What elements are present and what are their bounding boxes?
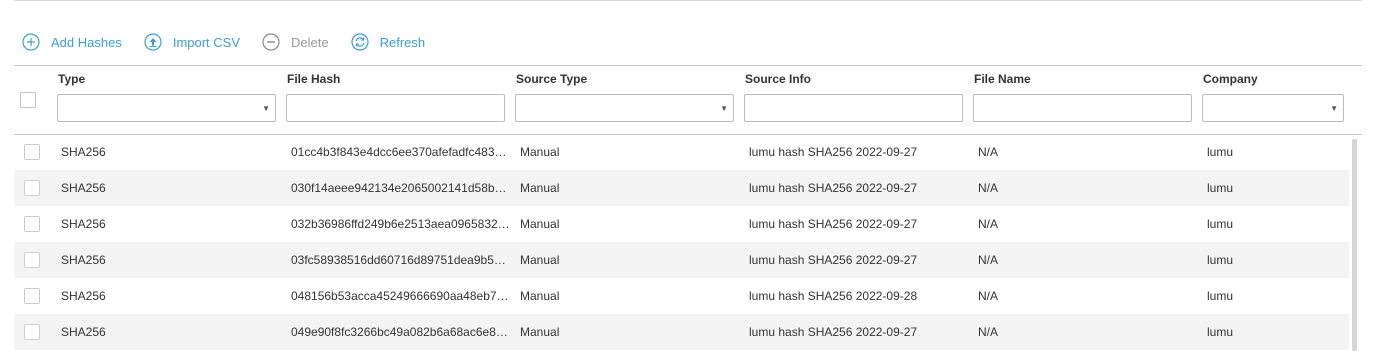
table-body: SHA256 01cc4b3f843e4dcc6ee370afefadfc483… <box>14 134 1349 351</box>
cell-source-type: Manual <box>520 289 560 303</box>
table-row[interactable]: SHA256 03fc58938516dd60716d89751dea9b5… … <box>14 242 1349 278</box>
import-csv-button[interactable]: Import CSV <box>144 33 240 51</box>
cell-file-name: N/A <box>978 253 999 267</box>
table-row[interactable]: SHA256 032b36986ffd249b6e2513aea0965832…… <box>14 206 1349 242</box>
cell-file-name: N/A <box>978 181 999 195</box>
table-row[interactable]: SHA256 01cc4b3f843e4dcc6ee370afefadfc483… <box>14 134 1349 170</box>
cell-company: lumu <box>1207 253 1234 267</box>
cell-file-name: N/A <box>978 145 999 159</box>
column-header-file-name[interactable]: File Name <box>974 72 1031 86</box>
add-hashes-button[interactable]: Add Hashes <box>22 33 122 51</box>
column-header-file-hash[interactable]: File Hash <box>287 72 340 86</box>
caret-down-icon: ▼ <box>720 104 728 113</box>
add-hashes-label: Add Hashes <box>51 34 122 50</box>
cell-company: lumu <box>1207 325 1234 339</box>
delete-label: Delete <box>291 34 329 50</box>
cell-type: SHA256 <box>61 181 106 195</box>
cell-file-hash: 030f14aeee942134e2065002141d58b… <box>291 181 507 195</box>
cell-type: SHA256 <box>61 217 106 231</box>
cell-source-type: Manual <box>520 145 560 159</box>
cell-type: SHA256 <box>61 325 106 339</box>
caret-down-icon: ▼ <box>1330 104 1338 113</box>
cell-source-type: Manual <box>520 217 560 231</box>
source-type-filter-select[interactable]: ▼ <box>515 94 734 122</box>
source-info-filter-input[interactable] <box>744 94 963 122</box>
column-header-company[interactable]: Company <box>1203 72 1258 86</box>
file-hash-filter-input[interactable] <box>286 94 505 122</box>
cell-source-info: lumu hash SHA256 2022-09-27 <box>749 145 918 159</box>
cell-company: lumu <box>1207 181 1234 195</box>
row-checkbox[interactable] <box>24 324 40 340</box>
cell-company: lumu <box>1207 289 1234 303</box>
row-checkbox[interactable] <box>24 180 40 196</box>
row-checkbox[interactable] <box>24 216 40 232</box>
cell-source-info: lumu hash SHA256 2022-09-27 <box>749 217 918 231</box>
table-row[interactable]: SHA256 048156b53acca45249666690aa48eb7… … <box>14 278 1349 314</box>
refresh-icon <box>350 33 369 51</box>
file-name-filter-input[interactable] <box>973 94 1192 122</box>
row-checkbox[interactable] <box>24 288 40 304</box>
cell-file-name: N/A <box>978 289 999 303</box>
column-header-source-info[interactable]: Source Info <box>745 72 811 86</box>
caret-down-icon: ▼ <box>262 104 270 113</box>
cell-file-name: N/A <box>978 325 999 339</box>
cell-file-hash: 049e90f8fc3266bc49a082b6a68ac6e8… <box>291 325 508 339</box>
cell-file-name: N/A <box>978 217 999 231</box>
type-filter-select[interactable]: ▼ <box>57 94 276 122</box>
upload-circle-icon <box>144 33 162 51</box>
cell-type: SHA256 <box>61 145 106 159</box>
cell-file-hash: 048156b53acca45249666690aa48eb7… <box>291 289 509 303</box>
cell-source-type: Manual <box>520 253 560 267</box>
cell-file-hash: 01cc4b3f843e4dcc6ee370afefadfc483… <box>291 145 507 159</box>
vertical-scrollbar[interactable] <box>1352 139 1357 351</box>
cell-source-type: Manual <box>520 325 560 339</box>
cell-file-hash: 03fc58938516dd60716d89751dea9b5… <box>291 253 506 267</box>
cell-type: SHA256 <box>61 253 106 267</box>
plus-circle-icon <box>22 33 40 51</box>
cell-source-info: lumu hash SHA256 2022-09-28 <box>749 289 918 303</box>
cell-source-info: lumu hash SHA256 2022-09-27 <box>749 181 918 195</box>
refresh-label: Refresh <box>379 34 426 50</box>
refresh-button[interactable]: Refresh <box>350 33 426 51</box>
row-checkbox[interactable] <box>24 252 40 268</box>
table-header: Type ▼ File Hash Source Type ▼ Source In… <box>14 65 1362 135</box>
top-divider <box>14 0 1362 1</box>
cell-type: SHA256 <box>61 289 106 303</box>
cell-company: lumu <box>1207 217 1234 231</box>
table-row[interactable]: SHA256 030f14aeee942134e2065002141d58b… … <box>14 170 1349 206</box>
select-all-checkbox[interactable] <box>20 92 36 108</box>
column-header-type[interactable]: Type <box>58 72 85 86</box>
company-filter-select[interactable]: ▼ <box>1202 94 1344 122</box>
cell-source-type: Manual <box>520 181 560 195</box>
cell-source-info: lumu hash SHA256 2022-09-27 <box>749 325 918 339</box>
cell-file-hash: 032b36986ffd249b6e2513aea0965832… <box>291 217 510 231</box>
cell-company: lumu <box>1207 145 1234 159</box>
import-csv-label: Import CSV <box>172 34 241 50</box>
column-header-source-type[interactable]: Source Type <box>516 72 587 86</box>
row-checkbox[interactable] <box>24 144 40 160</box>
delete-button[interactable]: Delete <box>262 33 329 51</box>
minus-circle-icon <box>262 33 280 51</box>
table-row[interactable]: SHA256 049e90f8fc3266bc49a082b6a68ac6e8…… <box>14 314 1349 350</box>
cell-source-info: lumu hash SHA256 2022-09-27 <box>749 253 918 267</box>
toolbar: Add Hashes Import CSV Delete Refresh <box>22 31 447 53</box>
